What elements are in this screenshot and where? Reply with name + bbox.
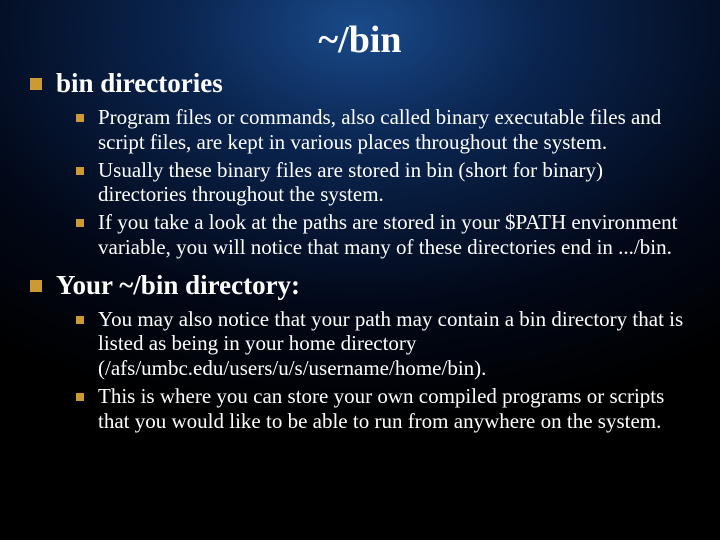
square-bullet-icon [76, 219, 84, 227]
square-bullet-icon [76, 114, 84, 122]
section-1: bin directories [30, 68, 690, 99]
section-2-list: You may also notice that your path may c… [76, 307, 690, 434]
section-heading: bin directories [56, 68, 223, 99]
list-item: This is where you can store your own com… [76, 384, 690, 434]
list-item-text: Usually these binary files are stored in… [98, 158, 690, 208]
square-bullet-icon [76, 316, 84, 324]
list-item: Program files or commands, also called b… [76, 105, 690, 155]
list-item: If you take a look at the paths are stor… [76, 210, 690, 260]
square-bullet-icon [30, 78, 42, 90]
square-bullet-icon [76, 393, 84, 401]
list-item-text: You may also notice that your path may c… [98, 307, 690, 381]
section-1-list: Program files or commands, also called b… [76, 105, 690, 260]
section-2: Your ~/bin directory: [30, 270, 690, 301]
slide-title: ~/bin [30, 18, 690, 62]
list-item-text: Program files or commands, also called b… [98, 105, 690, 155]
list-item-text: If you take a look at the paths are stor… [98, 210, 690, 260]
list-item: You may also notice that your path may c… [76, 307, 690, 381]
section-heading: Your ~/bin directory: [56, 270, 300, 301]
square-bullet-icon [76, 167, 84, 175]
list-item-text: This is where you can store your own com… [98, 384, 690, 434]
list-item: Usually these binary files are stored in… [76, 158, 690, 208]
square-bullet-icon [30, 280, 42, 292]
